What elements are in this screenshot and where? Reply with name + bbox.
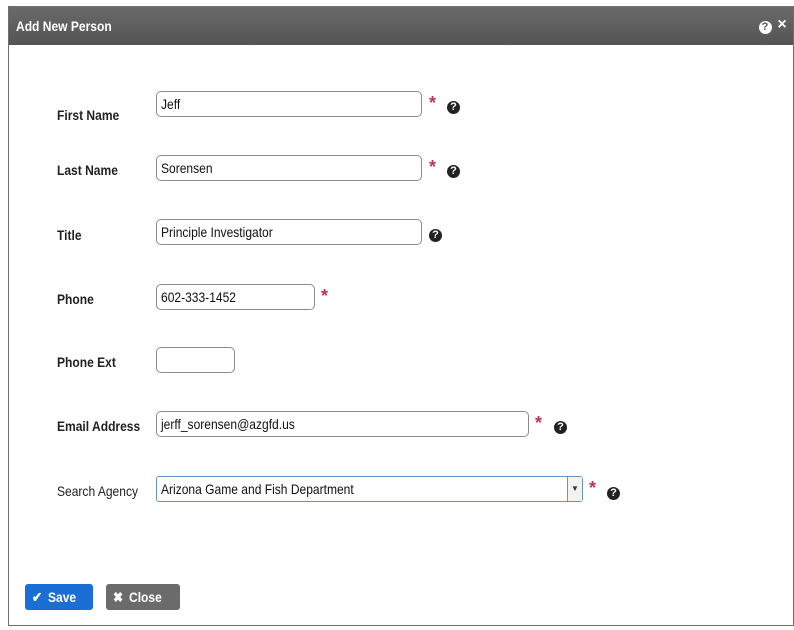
first-name-value: Jeff (161, 96, 181, 112)
save-label: Save (47, 589, 76, 605)
first-name-required: * (429, 93, 437, 113)
help-glyph: ? (758, 21, 772, 34)
dialog-titlebar[interactable]: Add New Person ? × (9, 7, 793, 45)
phone-required: * (321, 286, 329, 306)
chevron-down-icon[interactable]: ▼ (567, 477, 582, 501)
save-button[interactable]: ✔ Save (25, 584, 93, 610)
phone-field[interactable]: 602-333-1452 (156, 284, 315, 310)
email-field[interactable]: jerff_sorensen@azgfd.us (156, 411, 529, 437)
email-value: jerff_sorensen@azgfd.us (161, 416, 295, 432)
dialog-title: Add New Person (16, 18, 112, 34)
phone-value: 602-333-1452 (161, 289, 236, 305)
add-person-dialog: Add New Person ? × First Name Jeff * ? L… (8, 6, 794, 626)
x-icon: ✖ (113, 589, 124, 605)
last-name-value: Sorensen (161, 160, 213, 176)
first-name-label: First Name (57, 107, 120, 123)
title-value: Principle Investigator (161, 224, 273, 240)
check-icon: ✔ (32, 589, 43, 605)
first-name-help-glyph: ? (447, 101, 460, 114)
title-help-icon[interactable]: ? (429, 225, 442, 243)
title-field[interactable]: Principle Investigator (156, 219, 422, 245)
email-required: * (535, 413, 543, 433)
last-name-required: * (429, 157, 437, 177)
agency-value: Arizona Game and Fish Department (161, 481, 354, 497)
agency-select[interactable]: Arizona Game and Fish Department ▼ (156, 476, 583, 502)
close-icon[interactable]: × (774, 17, 790, 33)
phone-ext-label: Phone Ext (57, 354, 116, 370)
agency-required: * (589, 478, 597, 498)
close-button[interactable]: ✖ Close (106, 584, 180, 610)
last-name-help-icon[interactable]: ? (447, 161, 460, 179)
first-name-help-icon[interactable]: ? (447, 97, 460, 115)
agency-help-glyph: ? (607, 487, 620, 500)
email-help-icon[interactable]: ? (554, 417, 567, 435)
last-name-help-glyph: ? (447, 165, 460, 178)
agency-label: Search Agency (57, 483, 138, 499)
phone-label: Phone (57, 291, 94, 307)
last-name-field[interactable]: Sorensen (156, 155, 422, 181)
email-help-glyph: ? (554, 421, 567, 434)
agency-help-icon[interactable]: ? (607, 483, 620, 501)
first-name-field[interactable]: Jeff (156, 91, 422, 117)
title-label: Title (57, 227, 82, 243)
phone-ext-field[interactable] (156, 347, 235, 373)
last-name-label: Last Name (57, 162, 118, 178)
email-label: Email Address (57, 418, 141, 434)
help-icon[interactable]: ? (757, 17, 773, 34)
title-help-glyph: ? (429, 229, 442, 242)
close-label: Close (128, 589, 162, 605)
